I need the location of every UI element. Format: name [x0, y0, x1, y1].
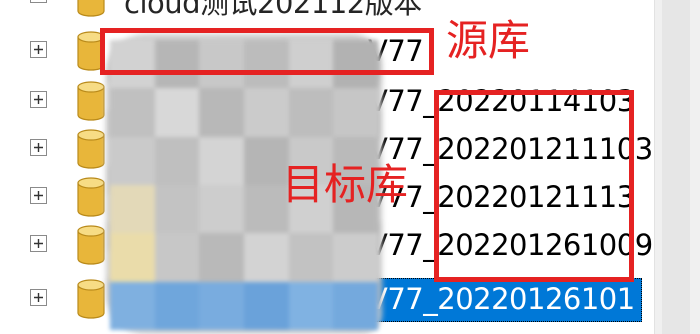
database-icon — [77, 129, 105, 169]
tree-node-label: V77_20220126101 — [368, 282, 635, 316]
expand-icon[interactable] — [30, 289, 47, 306]
expand-icon[interactable] — [30, 139, 47, 156]
tree-node-label: cloud测试202112版本 — [124, 0, 422, 20]
target-db-highlight-box — [434, 90, 634, 282]
database-icon — [77, 81, 105, 121]
database-icon — [77, 177, 105, 217]
database-icon — [77, 0, 105, 17]
source-db-highlight-box — [100, 28, 434, 75]
database-icon — [77, 279, 105, 319]
source-db-annotation: 源库 — [446, 16, 531, 65]
target-db-annotation: 目标库 — [282, 160, 409, 209]
scrollbar-track[interactable] — [662, 0, 690, 334]
expand-icon[interactable] — [30, 187, 47, 204]
expand-icon[interactable] — [30, 235, 47, 252]
expand-icon[interactable] — [30, 91, 47, 108]
database-icon — [77, 225, 105, 265]
expand-icon[interactable] — [30, 41, 47, 58]
expand-icon[interactable] — [30, 0, 47, 3]
